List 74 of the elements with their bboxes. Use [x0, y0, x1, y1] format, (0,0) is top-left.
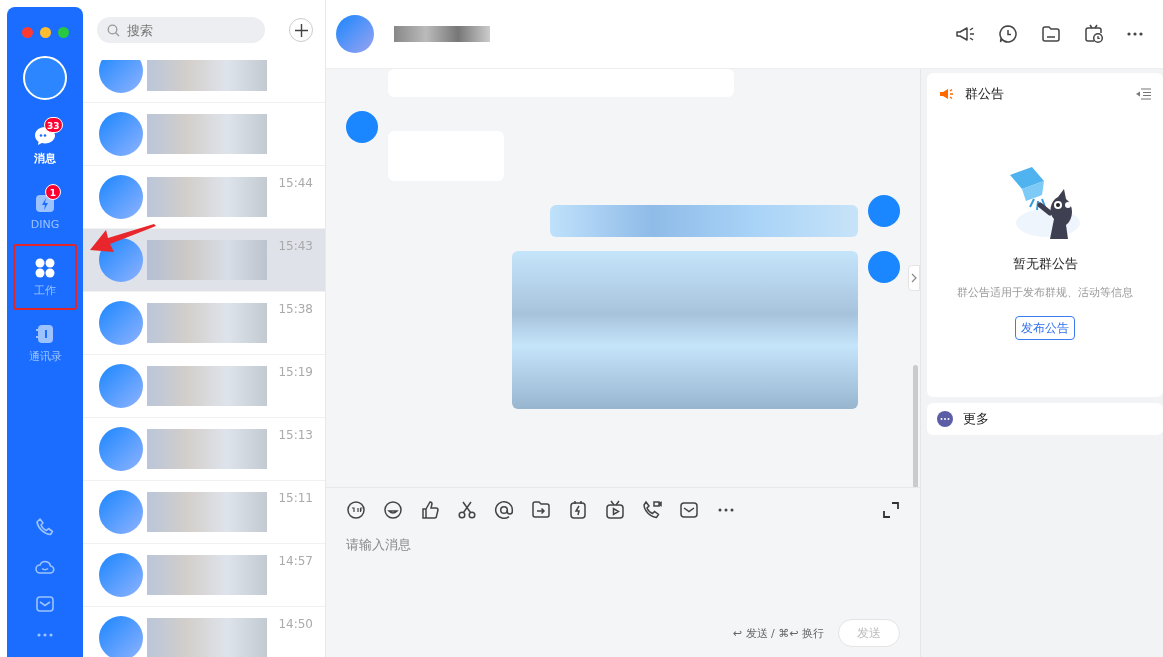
message-time: 15:13	[278, 428, 313, 442]
plus-icon	[294, 23, 308, 37]
pixelated-avatar	[99, 364, 143, 408]
chevron-right-icon	[911, 273, 917, 283]
video-play-icon[interactable]	[605, 500, 625, 520]
unread-count-badge: 33	[44, 116, 63, 133]
video-call-icon[interactable]	[642, 500, 662, 520]
search-icon	[107, 23, 120, 37]
pixelated-avatar	[99, 175, 143, 219]
emoji-icon[interactable]	[383, 500, 403, 520]
message-time: 14:50	[278, 617, 313, 631]
sidebar-nav-item[interactable]: 通讯录	[13, 310, 77, 376]
panel-title: 群公告	[965, 85, 1004, 103]
at-sign-icon[interactable]	[494, 500, 514, 520]
more-circle-icon	[937, 411, 953, 427]
conversation-item[interactable]: 15:38	[83, 292, 325, 355]
folder-icon[interactable]	[1041, 25, 1061, 43]
collapse-list-icon[interactable]	[1135, 88, 1151, 100]
phone-icon[interactable]	[35, 517, 55, 537]
sidebar-nav-item[interactable]: 1 DING	[13, 178, 77, 244]
empty-state-description: 群公告适用于发布群规、活动等信息	[957, 285, 1133, 300]
more-icon[interactable]	[1127, 32, 1143, 36]
scrollbar[interactable]	[913, 365, 918, 487]
pixelated-avatar	[99, 427, 143, 471]
pixelated-avatar	[99, 553, 143, 597]
conversation-item[interactable]: 15:44	[83, 166, 325, 229]
pixelated-avatar	[99, 490, 143, 534]
minimize-window-button[interactable]	[39, 27, 51, 38]
message-time: 15:44	[278, 176, 313, 190]
mail-icon[interactable]	[679, 500, 699, 520]
conversation-item[interactable]: 15:43	[83, 229, 325, 292]
pixelated-avatar	[99, 60, 143, 93]
four-petal-icon	[34, 256, 56, 279]
message-time: 15:11	[278, 491, 313, 505]
pixelated-avatar	[868, 251, 900, 283]
sidebar-nav-item[interactable]: 33 消息	[13, 112, 77, 178]
conversation-item[interactable]: 15:11	[83, 481, 325, 544]
conversation-item[interactable]: 15:19	[83, 355, 325, 418]
pixelated-avatar	[336, 15, 374, 53]
sidebar-nav-item[interactable]: 工作	[13, 244, 77, 310]
conversation-item[interactable]: 15:13	[83, 418, 325, 481]
pixelated-avatar	[99, 112, 143, 156]
contact-book-icon	[34, 322, 56, 345]
megaphone-icon[interactable]	[955, 25, 975, 43]
more-row[interactable]: 更多	[927, 403, 1163, 435]
shortcut-hint: ↩ 发送 / ⌘↩ 换行	[732, 625, 824, 641]
conversation-item[interactable]: 14:50	[83, 607, 325, 657]
pixelated-avatar	[346, 111, 378, 143]
search-bar[interactable]: 搜索	[97, 17, 265, 43]
message-time: 14:57	[278, 554, 313, 568]
expand-icon[interactable]	[882, 501, 900, 519]
lightning-card-icon[interactable]	[568, 500, 588, 520]
megaphone-icon	[939, 88, 955, 100]
message-time: 15:19	[278, 365, 313, 379]
expand-panel-button[interactable]	[908, 265, 920, 291]
conversation-item[interactable]: 14:57	[83, 544, 325, 607]
calendar-clock-icon[interactable]	[1084, 24, 1104, 44]
folder-arrow-icon[interactable]	[531, 500, 551, 520]
scissors-icon[interactable]	[457, 500, 477, 520]
message-time: 15:38	[278, 302, 313, 316]
more-label: 更多	[963, 410, 989, 428]
pixelated-avatar	[99, 301, 143, 345]
search-field[interactable]: 搜索	[125, 21, 249, 39]
pixelated-avatar	[99, 616, 143, 657]
message-input[interactable]: 请输入消息	[346, 536, 900, 619]
add-button[interactable]	[289, 18, 313, 42]
clock-icon[interactable]	[998, 24, 1018, 44]
profile-avatar[interactable]	[23, 56, 67, 100]
empty-state-title: 暂无群公告	[1012, 255, 1078, 273]
message-time: 15:43	[278, 239, 313, 253]
pixelated-avatar	[868, 195, 900, 227]
thumbs-up-icon[interactable]	[420, 500, 440, 520]
publish-announcement-button[interactable]: 发布公告	[1015, 316, 1075, 340]
unread-count-badge: 1	[45, 183, 61, 200]
